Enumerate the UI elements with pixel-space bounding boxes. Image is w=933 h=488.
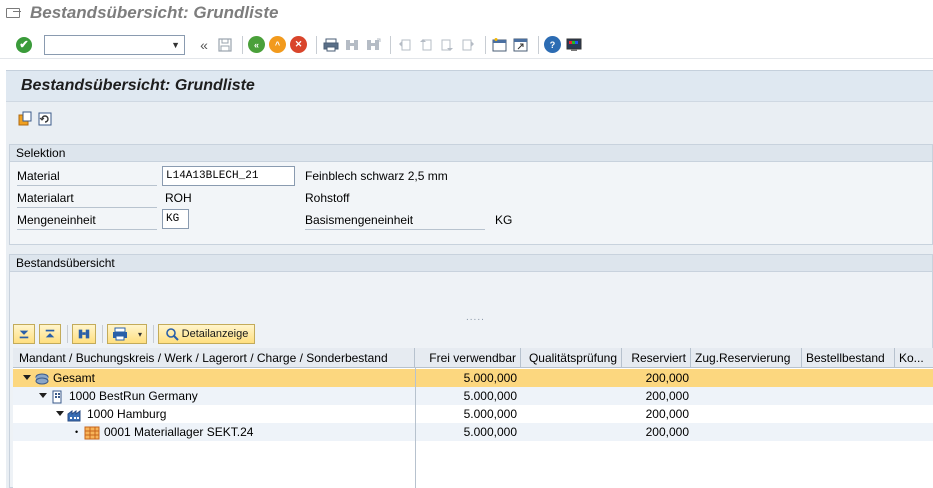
last-page-icon[interactable] [459, 36, 477, 54]
selection-group: Selektion Material L14A13BLECH_21 Feinbl… [9, 144, 933, 245]
reserviert-value: 200,000 [645, 425, 689, 439]
first-page-icon[interactable] [396, 36, 414, 54]
expand-all-icon[interactable] [13, 324, 35, 344]
label-underline [305, 229, 485, 230]
frei-value: 5.000,000 [463, 407, 517, 421]
label-underline [17, 185, 157, 186]
shortcut-icon[interactable] [512, 36, 530, 54]
cancel-icon[interactable]: ✕ [290, 36, 307, 53]
toolbar-separator [242, 35, 243, 54]
materialart-label: Materialart [17, 191, 74, 205]
materialart-value: ROH [165, 191, 192, 205]
column-header-reserviert[interactable]: Reserviert [622, 348, 691, 368]
back-green-icon[interactable]: « [248, 36, 265, 53]
tree-node-label: Gesamt [53, 371, 96, 385]
label-underline [17, 207, 157, 208]
page-title: Bestandsübersicht: Grundliste [21, 77, 255, 94]
chevron-down-icon[interactable]: ▼ [171, 40, 180, 50]
window-menu-icon[interactable] [6, 7, 21, 18]
previous-page-icon[interactable] [417, 36, 435, 54]
table-header: Mandant / Buchungskreis / Werk / Lageror… [13, 348, 933, 368]
toolbar-separator [153, 325, 154, 343]
reserviert-value: 200,000 [645, 389, 689, 403]
column-header-ko[interactable]: Ko... [895, 348, 933, 368]
print-icon [113, 327, 127, 341]
window-titlebar: Bestandsübersicht: Grundliste [0, 0, 933, 25]
toolbar-separator [390, 35, 391, 54]
find-next-icon[interactable] [364, 36, 382, 54]
find-icon[interactable] [343, 36, 361, 54]
material-label: Material [17, 169, 60, 183]
toolbar-separator [316, 35, 317, 54]
expand-triangle-icon[interactable] [56, 411, 64, 416]
alv-toolbar: ▾ Detailanzeige [13, 322, 933, 346]
refresh-icon[interactable] [36, 110, 54, 128]
base-unit-label: Basismengeneinheit [305, 213, 414, 227]
system-toolbar: ✔ ▼ « « ^ ✕ ? [0, 31, 933, 59]
detail-button-label: Detailanzeige [181, 328, 249, 340]
tree-node-label: 1000 BestRun Germany [69, 389, 198, 403]
column-header-qualitaet[interactable]: Qualitätsprüfung [521, 348, 622, 368]
total-icon [34, 369, 50, 387]
expand-triangle-icon[interactable] [39, 393, 47, 398]
unit-label: Mengeneinheit [17, 213, 96, 227]
detail-button[interactable]: Detailanzeige [158, 324, 255, 344]
new-session-icon[interactable] [491, 36, 509, 54]
app-header: Bestandsübersicht: Grundliste [6, 70, 933, 136]
collapse-all-icon[interactable] [39, 324, 61, 344]
layout-menu-icon[interactable] [565, 36, 583, 54]
toolbar-separator [102, 325, 103, 343]
table-row[interactable]: • 0001 Materiallager SEKT.24 5.000,000 2… [13, 423, 933, 441]
company-code-icon [50, 387, 64, 405]
save-icon[interactable] [216, 36, 234, 54]
other-material-icon[interactable] [16, 110, 34, 128]
materialart-description: Rohstoff [305, 191, 350, 205]
frei-value: 5.000,000 [463, 371, 517, 385]
table-row[interactable]: 1000 BestRun Germany 5.000,000 200,000 [13, 387, 933, 405]
base-unit-value: KG [495, 213, 513, 227]
material-description: Feinblech schwarz 2,5 mm [305, 169, 448, 183]
help-icon[interactable]: ? [544, 36, 561, 53]
reserviert-value: 200,000 [645, 407, 689, 421]
toolbar-separator [538, 35, 539, 54]
reserviert-value: 200,000 [645, 371, 689, 385]
enter-icon[interactable]: ✔ [16, 36, 32, 53]
next-page-icon[interactable] [438, 36, 456, 54]
back-icon[interactable]: « [195, 36, 213, 54]
tree-node-label: 1000 Hamburg [87, 407, 167, 421]
table-row[interactable]: Gesamt 5.000,000 200,000 [13, 369, 933, 387]
table-row[interactable]: 1000 Hamburg 5.000,000 200,000 [13, 405, 933, 423]
selection-heading: Selektion [10, 145, 932, 162]
window-title: Bestandsübersicht: Grundliste [30, 2, 279, 22]
find-icon[interactable] [72, 324, 96, 344]
column-header-bestellbestand[interactable]: Bestellbestand [802, 348, 895, 368]
unit-input[interactable]: KG [162, 209, 189, 229]
plant-icon [67, 405, 83, 423]
column-header-frei[interactable]: Frei verwendbar [415, 348, 521, 368]
leaf-bullet-icon: • [75, 427, 79, 437]
expand-triangle-icon[interactable] [23, 375, 31, 380]
toolbar-separator [67, 325, 68, 343]
column-divider [415, 368, 416, 488]
frei-value: 5.000,000 [463, 389, 517, 403]
column-header-hierarchy[interactable]: Mandant / Buchungskreis / Werk / Lageror… [13, 348, 415, 368]
print-icon[interactable] [322, 36, 340, 54]
application-toolbar [6, 101, 933, 136]
frei-value: 5.000,000 [463, 425, 517, 439]
tree-node-label: 0001 Materiallager SEKT.24 [104, 425, 254, 439]
command-field[interactable]: ▼ [44, 34, 185, 55]
dropdown-arrow-icon: ▾ [137, 329, 142, 339]
material-input[interactable]: L14A13BLECH_21 [162, 166, 295, 186]
label-underline [17, 229, 157, 230]
exit-icon[interactable]: ^ [269, 36, 286, 53]
stock-tree-table: Mandant / Buchungskreis / Werk / Lageror… [13, 348, 933, 488]
magnifier-icon [165, 328, 179, 341]
overview-heading: Bestandsübersicht [10, 255, 932, 272]
column-header-zug-reservierung[interactable]: Zug.Reservierung [691, 348, 802, 368]
storage-location-icon [84, 423, 100, 441]
print-menu-button[interactable]: ▾ [107, 324, 147, 344]
toolbar-separator [485, 35, 486, 54]
